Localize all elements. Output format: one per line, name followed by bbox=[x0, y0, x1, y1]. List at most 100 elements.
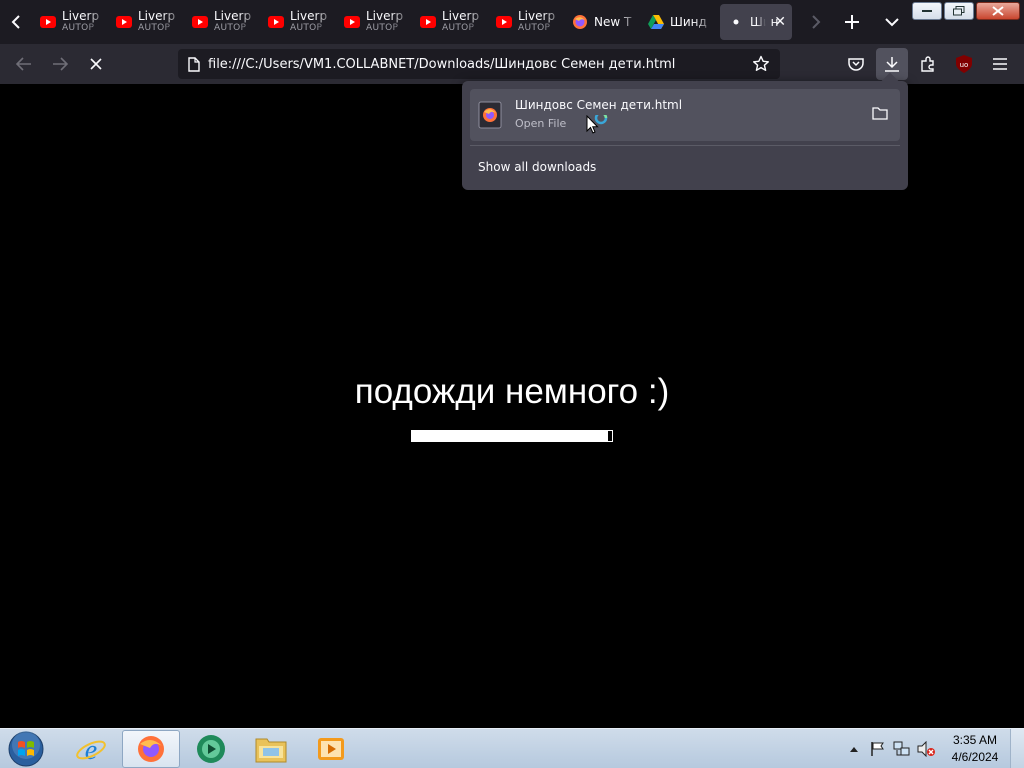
media-player-icon bbox=[318, 737, 344, 760]
close-icon bbox=[992, 6, 1004, 16]
restore-icon bbox=[953, 6, 965, 16]
tab-subtitle: AUTOP bbox=[62, 23, 95, 33]
tab-youtube-1[interactable]: Liverp AUTOP bbox=[32, 4, 108, 40]
svg-text:uo: uo bbox=[960, 61, 969, 69]
windows-start-orb-icon bbox=[8, 730, 44, 766]
downloads-panel: Шиндовс Семен дети.html Open File Show a… bbox=[462, 72, 908, 190]
tab-youtube-6[interactable]: Liverp AUTOP bbox=[412, 4, 488, 40]
youtube-icon bbox=[192, 14, 208, 30]
system-clock[interactable]: 3:35 AM 4/6/2024 bbox=[940, 732, 1010, 766]
window-controls bbox=[912, 2, 1020, 20]
volume-muted-icon bbox=[917, 741, 935, 757]
busy-cursor-icon bbox=[586, 115, 608, 134]
address-bar[interactable]: file:///C:/Users/VM1.COLLABNET/Downloads… bbox=[178, 49, 780, 79]
tab-title: Liverp bbox=[214, 10, 252, 23]
arrow-right-icon bbox=[53, 57, 68, 71]
bookmark-star-icon[interactable] bbox=[752, 55, 770, 73]
action-center-button[interactable] bbox=[868, 739, 888, 759]
show-hidden-icons-button[interactable] bbox=[844, 739, 864, 759]
download-item[interactable]: Шиндовс Семен дети.html Open File bbox=[470, 89, 900, 141]
system-tray: 3:35 AM 4/6/2024 bbox=[844, 729, 1024, 768]
show-all-downloads-button[interactable]: Show all downloads bbox=[478, 160, 596, 174]
ublock-origin-button[interactable]: uo bbox=[948, 48, 980, 80]
youtube-icon bbox=[116, 14, 132, 30]
url-text[interactable]: file:///C:/Users/VM1.COLLABNET/Downloads… bbox=[208, 57, 675, 72]
pocket-icon bbox=[848, 58, 864, 71]
tab-title: Liverp bbox=[366, 10, 404, 23]
tab-scroll-right-button[interactable] bbox=[800, 0, 832, 44]
download-status: Open File bbox=[515, 117, 567, 130]
tab-youtube-7[interactable]: Liverp AUTOP bbox=[488, 4, 564, 40]
taskbar: e 3:35 AM 4/6/2024 bbox=[0, 728, 1024, 768]
open-folder-icon[interactable] bbox=[872, 106, 888, 120]
forward-button[interactable] bbox=[42, 48, 78, 80]
download-icon bbox=[885, 57, 899, 72]
tab-youtube-2[interactable]: Liverp AUTOP bbox=[108, 4, 184, 40]
tab-title: Liverp bbox=[518, 10, 556, 23]
new-tab-button[interactable] bbox=[832, 0, 872, 44]
clock-time: 3:35 AM bbox=[952, 733, 998, 747]
tab-subtitle: AUTOP bbox=[138, 23, 171, 33]
tab-scroll-left-button[interactable] bbox=[0, 0, 32, 44]
back-button[interactable] bbox=[6, 48, 42, 80]
tab-subtitle: AUTOP bbox=[366, 23, 399, 33]
tab-subtitle: AUTOP bbox=[290, 23, 323, 33]
panel-separator bbox=[470, 145, 900, 146]
tab-new-tab[interactable]: New T bbox=[564, 4, 640, 40]
tab-subtitle: AUTOP bbox=[214, 23, 247, 33]
page-progress-fill bbox=[412, 431, 608, 441]
close-tab-icon[interactable]: ✕ bbox=[774, 14, 786, 30]
tab-strip: Liverp AUTOP Liverp AUTOP Liverp AUTOP Live… bbox=[0, 0, 1024, 44]
svg-text:e: e bbox=[85, 735, 97, 765]
tab-youtube-5[interactable]: Liverp AUTOP bbox=[336, 4, 412, 40]
download-file-name: Шиндовс Семен дети.html bbox=[515, 98, 683, 112]
network-button[interactable] bbox=[892, 739, 912, 759]
network-icon bbox=[893, 741, 910, 756]
clock-date: 4/6/2024 bbox=[951, 750, 999, 764]
tab-title: Liverp bbox=[138, 10, 176, 23]
firefox-icon bbox=[572, 14, 588, 30]
extensions-button[interactable] bbox=[912, 48, 944, 80]
firefox-html-file-icon bbox=[478, 101, 502, 129]
volume-button[interactable] bbox=[916, 739, 936, 759]
stop-loading-button[interactable] bbox=[78, 48, 114, 80]
chevron-down-icon bbox=[885, 18, 899, 27]
internet-explorer-icon: e bbox=[76, 735, 106, 765]
chevron-right-icon bbox=[812, 15, 821, 29]
firefox-icon bbox=[138, 735, 164, 762]
close-window-button[interactable] bbox=[976, 2, 1020, 20]
youtube-icon bbox=[496, 14, 512, 30]
tab-title: Liverp bbox=[62, 10, 100, 23]
tab-subtitle: AUTOP bbox=[442, 23, 475, 33]
pocket-button[interactable] bbox=[840, 48, 872, 80]
show-desktop-button[interactable] bbox=[1010, 729, 1024, 768]
taskbar-windows-explorer[interactable] bbox=[242, 730, 300, 768]
page-message: подожди немного :) bbox=[354, 372, 670, 411]
taskbar-media-center[interactable] bbox=[182, 730, 240, 768]
desktop-screen: Liverp AUTOP Liverp AUTOP Liverp AUTOP Live… bbox=[0, 0, 1024, 768]
minimize-icon bbox=[922, 10, 932, 12]
tab-title: Шинд bbox=[670, 15, 707, 29]
hamburger-menu-icon bbox=[993, 58, 1007, 70]
minimize-button[interactable] bbox=[912, 2, 942, 20]
start-button[interactable] bbox=[0, 729, 52, 768]
plus-icon bbox=[845, 15, 859, 29]
tab-title: Liverp bbox=[290, 10, 328, 23]
app-menu-button[interactable] bbox=[984, 48, 1016, 80]
youtube-icon bbox=[268, 14, 284, 30]
tab-youtube-3[interactable]: Liverp AUTOP bbox=[184, 4, 260, 40]
tab-title: New T bbox=[594, 15, 632, 29]
flag-icon bbox=[871, 742, 884, 756]
tab-youtube-4[interactable]: Liverp AUTOP bbox=[260, 4, 336, 40]
youtube-icon bbox=[344, 14, 360, 30]
list-all-tabs-button[interactable] bbox=[872, 0, 912, 44]
tab-google-drive[interactable]: Шинд bbox=[640, 4, 716, 40]
taskbar-media-player[interactable] bbox=[302, 730, 360, 768]
taskbar-internet-explorer[interactable]: e bbox=[62, 730, 120, 768]
tab-active-local-file[interactable]: Шин ✕ bbox=[720, 4, 792, 40]
tab-subtitle: AUTOP bbox=[518, 23, 551, 33]
close-icon bbox=[90, 58, 102, 70]
taskbar-firefox[interactable] bbox=[122, 729, 180, 768]
arrow-left-icon bbox=[16, 57, 31, 71]
restore-button[interactable] bbox=[944, 2, 974, 20]
